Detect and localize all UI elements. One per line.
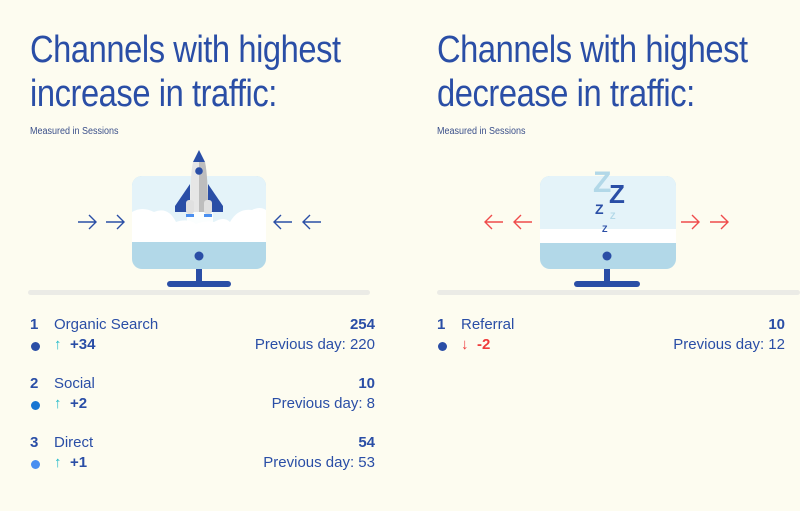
decrease-panel: Channels with highest decrease in traffi… bbox=[437, 0, 800, 511]
rank: 1 bbox=[30, 316, 39, 333]
sessions-value: 254 bbox=[349, 316, 375, 333]
sleeping-monitor-illustration: Z Z Z Z Z bbox=[484, 166, 729, 287]
increase-subtitle: Measured in Sessions bbox=[30, 126, 119, 137]
rocket-monitor-illustration bbox=[78, 150, 321, 287]
arrow-up-icon: ↑ bbox=[54, 336, 62, 353]
rank: 1 bbox=[437, 316, 446, 333]
rank: 2 bbox=[30, 375, 39, 392]
floor-line bbox=[28, 290, 370, 295]
increase-title: Channels with highest increase in traffi… bbox=[30, 28, 408, 116]
svg-text:Z: Z bbox=[602, 224, 608, 234]
decrease-subtitle: Measured in Sessions bbox=[437, 126, 526, 137]
sessions-value: 54 bbox=[358, 434, 375, 451]
arrows-in-right-icon bbox=[273, 214, 321, 230]
title-line-1: Channels with highest bbox=[437, 29, 748, 71]
previous-day-value: Previous day: 8 bbox=[271, 395, 375, 412]
previous-day-value: Previous day: 220 bbox=[254, 336, 375, 353]
channel-item-referral[interactable]: 1 Referral 10 ↓ -2 Previous day: 12 bbox=[437, 316, 785, 375]
title-line-2: decrease in traffic: bbox=[437, 73, 695, 115]
decrease-title: Channels with highest decrease in traffi… bbox=[437, 28, 800, 116]
decrease-channel-list: 1 Referral 10 ↓ -2 Previous day: 12 bbox=[437, 316, 785, 375]
increase-channel-list: 1 Organic Search 254 ↑ +34 Previous day:… bbox=[30, 316, 375, 493]
change-delta: -2 bbox=[477, 336, 491, 353]
title-line-2: increase in traffic: bbox=[30, 73, 277, 115]
channel-name: Direct bbox=[54, 434, 94, 451]
arrow-down-icon: ↓ bbox=[461, 336, 469, 353]
channel-item-social[interactable]: 2 Social 10 ↑ +2 Previous day: 8 bbox=[30, 375, 375, 434]
channel-name: Organic Search bbox=[54, 316, 159, 333]
arrows-out-right-icon bbox=[681, 214, 729, 230]
arrow-up-icon: ↑ bbox=[54, 454, 62, 471]
arrows-in-left-icon bbox=[78, 214, 125, 230]
svg-text:Z: Z bbox=[595, 201, 604, 217]
increase-panel: Channels with highest increase in traffi… bbox=[28, 0, 400, 511]
channel-color-dot bbox=[31, 460, 40, 469]
previous-day-value: Previous day: 12 bbox=[673, 336, 785, 353]
channel-color-dot bbox=[31, 342, 40, 351]
svg-text:Z: Z bbox=[609, 179, 625, 209]
sessions-value: 10 bbox=[358, 375, 375, 392]
floor-line bbox=[437, 290, 800, 295]
change-delta: +34 bbox=[70, 336, 96, 353]
arrow-up-icon: ↑ bbox=[54, 395, 62, 412]
channel-name: Referral bbox=[461, 316, 515, 333]
channel-item-direct[interactable]: 3 Direct 54 ↑ +1 Previous day: 53 bbox=[30, 434, 375, 493]
channel-name: Social bbox=[54, 375, 95, 392]
channel-color-dot bbox=[31, 401, 40, 410]
channel-item-organic-search[interactable]: 1 Organic Search 254 ↑ +34 Previous day:… bbox=[30, 316, 375, 375]
change-delta: +1 bbox=[70, 454, 88, 471]
rank: 3 bbox=[30, 434, 39, 451]
title-line-1: Channels with highest bbox=[30, 29, 341, 71]
channel-color-dot bbox=[438, 342, 447, 351]
arrows-out-left-icon bbox=[484, 214, 532, 230]
previous-day-value: Previous day: 53 bbox=[263, 454, 375, 471]
sessions-value: 10 bbox=[768, 316, 785, 333]
change-delta: +2 bbox=[70, 395, 88, 412]
svg-text:Z: Z bbox=[610, 211, 616, 221]
